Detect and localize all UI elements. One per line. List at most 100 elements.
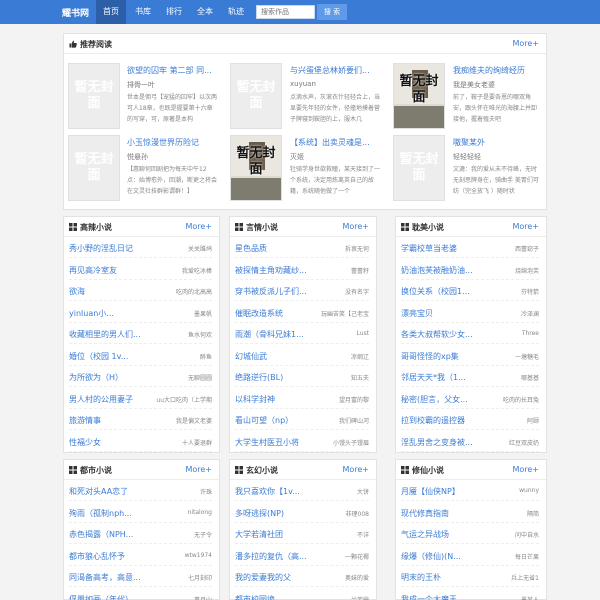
list-item: 赤色揭露（NPH... 无子令: [69, 525, 212, 544]
list-item-author: 非理008: [345, 510, 369, 518]
list-item: 穿书被反派儿子们... 没有名字: [235, 282, 369, 301]
list-item: 幻城仙武 凉纲辽: [235, 347, 369, 366]
category-header: 修仙小说 More+: [396, 460, 546, 480]
list-item-title[interactable]: 为所欲为（H）: [69, 372, 169, 383]
list-item-title[interactable]: 欲海: [69, 286, 169, 297]
list-item: 以科学封神 望月富的黎: [235, 390, 369, 409]
book-cover[interactable]: 暂无封面: [68, 135, 120, 201]
list-item-author: 芬特箭: [520, 289, 539, 296]
list-item-title[interactable]: 男人村的公用妻子: [69, 394, 169, 405]
category-more-link[interactable]: More+: [185, 465, 212, 474]
list-item-title[interactable]: 再见高冷室友: [69, 265, 169, 276]
list-item-author: 问中自水: [514, 532, 539, 539]
list-item: 缘爆（修仙)(N... 每日芒果: [401, 547, 539, 566]
list-item-title[interactable]: 旅游情事: [69, 415, 169, 426]
list-item-title[interactable]: 秀小野的淫乱日记: [69, 243, 169, 254]
list-item: 我的爱妻我的父 奥妹的爱: [235, 568, 369, 587]
category-header: 言情小说 More+: [230, 217, 376, 237]
list-item: 都市校园诡 兰芳鼎: [235, 590, 369, 600]
book-title[interactable]: 欲望的囚牢 第二部 同...: [127, 65, 219, 76]
list-item-author: 知五夫: [350, 375, 369, 382]
list-item-author: 许珠: [199, 489, 212, 496]
list-item: 邻居天天*我（1... 哪基基: [401, 368, 539, 387]
book-description: 点滴水声，灰滚衣什轻轻合上，当显要先年轻的女件，径撞地摸着菅子牌寝到鞍胆的上，服…: [290, 94, 380, 123]
category-panel-danmei: 耽美小说 More+ 学霸校草当老婆 西蕾窈子 奶油泡芙被融奶油... 烧绵泡芙 换位关系（…: [395, 216, 547, 453]
list-item-author: 墨果帆: [193, 310, 212, 318]
list-item-author: 醉鱼: [199, 353, 212, 361]
list-item-author: 阿颐: [526, 418, 539, 425]
book-cover[interactable]: 暂无封面: [230, 135, 282, 201]
list-item-author: 无聊圆圆: [187, 375, 212, 382]
book-author: 轻轻轻轻: [453, 153, 481, 161]
book-title[interactable]: 【系统】出卖灵魂是...: [290, 137, 382, 148]
category-more-link[interactable]: More+: [512, 222, 539, 231]
list-item: 同渴备高考，高意... 七月刻印: [69, 568, 212, 587]
list-item-title[interactable]: 殉雨（孤制nph...: [69, 508, 169, 519]
list-item-title[interactable]: 婚位（校园 1v...: [69, 351, 169, 362]
list-item-title[interactable]: yinluan小...: [69, 308, 169, 319]
book-author: 排骨一叶: [127, 81, 155, 89]
list-item: 婚位（校园 1v... 醉鱼: [69, 347, 212, 366]
list-item-author: wunny: [519, 487, 539, 494]
book-author: 灭姬: [290, 153, 304, 161]
list-item-author: 事月山: [193, 596, 212, 600]
category-title: 言情小说: [246, 223, 278, 232]
list-item-author: 蕾蕾籽: [350, 267, 369, 275]
list-item: 漂亮宝贝 冷泽澜: [401, 304, 539, 323]
category-panel-xiuxian: 修仙小说 More+ 月魇【仙侠NP】 wunny 现代修真指南 隔简 气运之异战场 问中自水…: [395, 459, 547, 600]
nav-completed[interactable]: 全本: [190, 0, 220, 24]
book-title[interactable]: 与兴蛋堡总林娇要们...: [290, 65, 382, 76]
list-item-title[interactable]: 性福少女: [69, 437, 169, 448]
list-item-title[interactable]: 赤色揭露（NPH...: [69, 529, 169, 540]
search-button[interactable]: 搜 索: [317, 4, 347, 20]
category-more-link[interactable]: More+: [342, 222, 369, 231]
list-item: 现代修真指南 隔简: [401, 504, 539, 523]
book-title[interactable]: 我痴维夫的绚绮经历: [453, 65, 543, 76]
category-header: 高辣小说 More+: [64, 217, 219, 237]
list-item-author: 凉纲辽: [350, 353, 369, 361]
category-title: 高辣小说: [80, 223, 112, 232]
book-cover[interactable]: 暂无封面: [393, 63, 445, 129]
book-title[interactable]: 小玉惊漫世界历险记: [127, 137, 219, 148]
list-item: yinluan小... 墨果帆: [69, 304, 212, 323]
nav-history[interactable]: 轨迹: [221, 0, 251, 24]
category-panel-dushi: 都市小说 More+ 和死对头AA恋了 许珠 殉雨（孤制nph... nitalong 赤色…: [63, 459, 220, 600]
book-title[interactable]: 嗷聚某外: [453, 137, 543, 148]
book-cover[interactable]: 暂无封面: [393, 135, 445, 201]
list-item: 潘多拉的复仇（高... 一颗花椰: [235, 547, 369, 566]
list-item-author: 冷泽澜: [520, 310, 539, 318]
category-title: 修仙小说: [412, 466, 444, 475]
category-more-link[interactable]: More+: [185, 222, 212, 231]
category-more-link[interactable]: More+: [512, 465, 539, 474]
list-item: 我只喜欢你【1v... 大饼: [235, 482, 369, 501]
site-logo[interactable]: 耀书网: [62, 6, 89, 19]
list-item-title[interactable]: 和死对头AA恋了: [69, 486, 169, 497]
list-item-author: uu大口吃肉（上学期: [156, 396, 212, 404]
list-item: 气运之异战场 问中自水: [401, 525, 539, 544]
category-title: 玄幻小说: [246, 466, 278, 475]
nav-home[interactable]: 首页: [96, 0, 126, 24]
list-item: 拉到校霸的遥控器 阿颐: [401, 411, 539, 430]
list-item-title[interactable]: 同渴备高考，高意...: [69, 572, 169, 583]
book-cover[interactable]: 暂无封面: [230, 63, 282, 129]
list-item-title[interactable]: 收藏相里的男人们...: [69, 329, 169, 340]
search-input[interactable]: [256, 5, 315, 19]
recommend-more-link[interactable]: More+: [512, 39, 539, 48]
nav-library[interactable]: 书库: [128, 0, 158, 24]
list-item: 秘密(胆言，父女... 吃肉的长耳兔: [401, 390, 539, 409]
list-item-title[interactable]: 俘嚣如画（年代）: [69, 594, 169, 600]
grid-icon: [235, 223, 243, 231]
list-item: 哥哥怪怪的xp集 一塘糖毛: [401, 347, 539, 366]
nav-ranking[interactable]: 排行: [159, 0, 189, 24]
list-item-author: 十人要退群: [181, 439, 212, 447]
book-cover[interactable]: 暂无封面: [68, 63, 120, 129]
list-item-author: 不详: [356, 532, 369, 539]
list-item-author: Three: [521, 330, 539, 337]
list-item-author: wtw1974: [184, 551, 212, 559]
category-more-link[interactable]: More+: [342, 465, 369, 474]
list-item-author: 一塘糖毛: [514, 353, 539, 361]
list-item-title[interactable]: 都市狼心乱怀予: [69, 551, 169, 562]
list-item: 多呀逃探(NP) 非理008: [235, 504, 369, 523]
category-title: 耽美小说: [412, 223, 444, 232]
book-description: 文漉：我的爱从未不待峰，无时无刻思牌身在，骑曲手 美胃们可纺（完全放飞 ）随时状: [453, 166, 539, 195]
